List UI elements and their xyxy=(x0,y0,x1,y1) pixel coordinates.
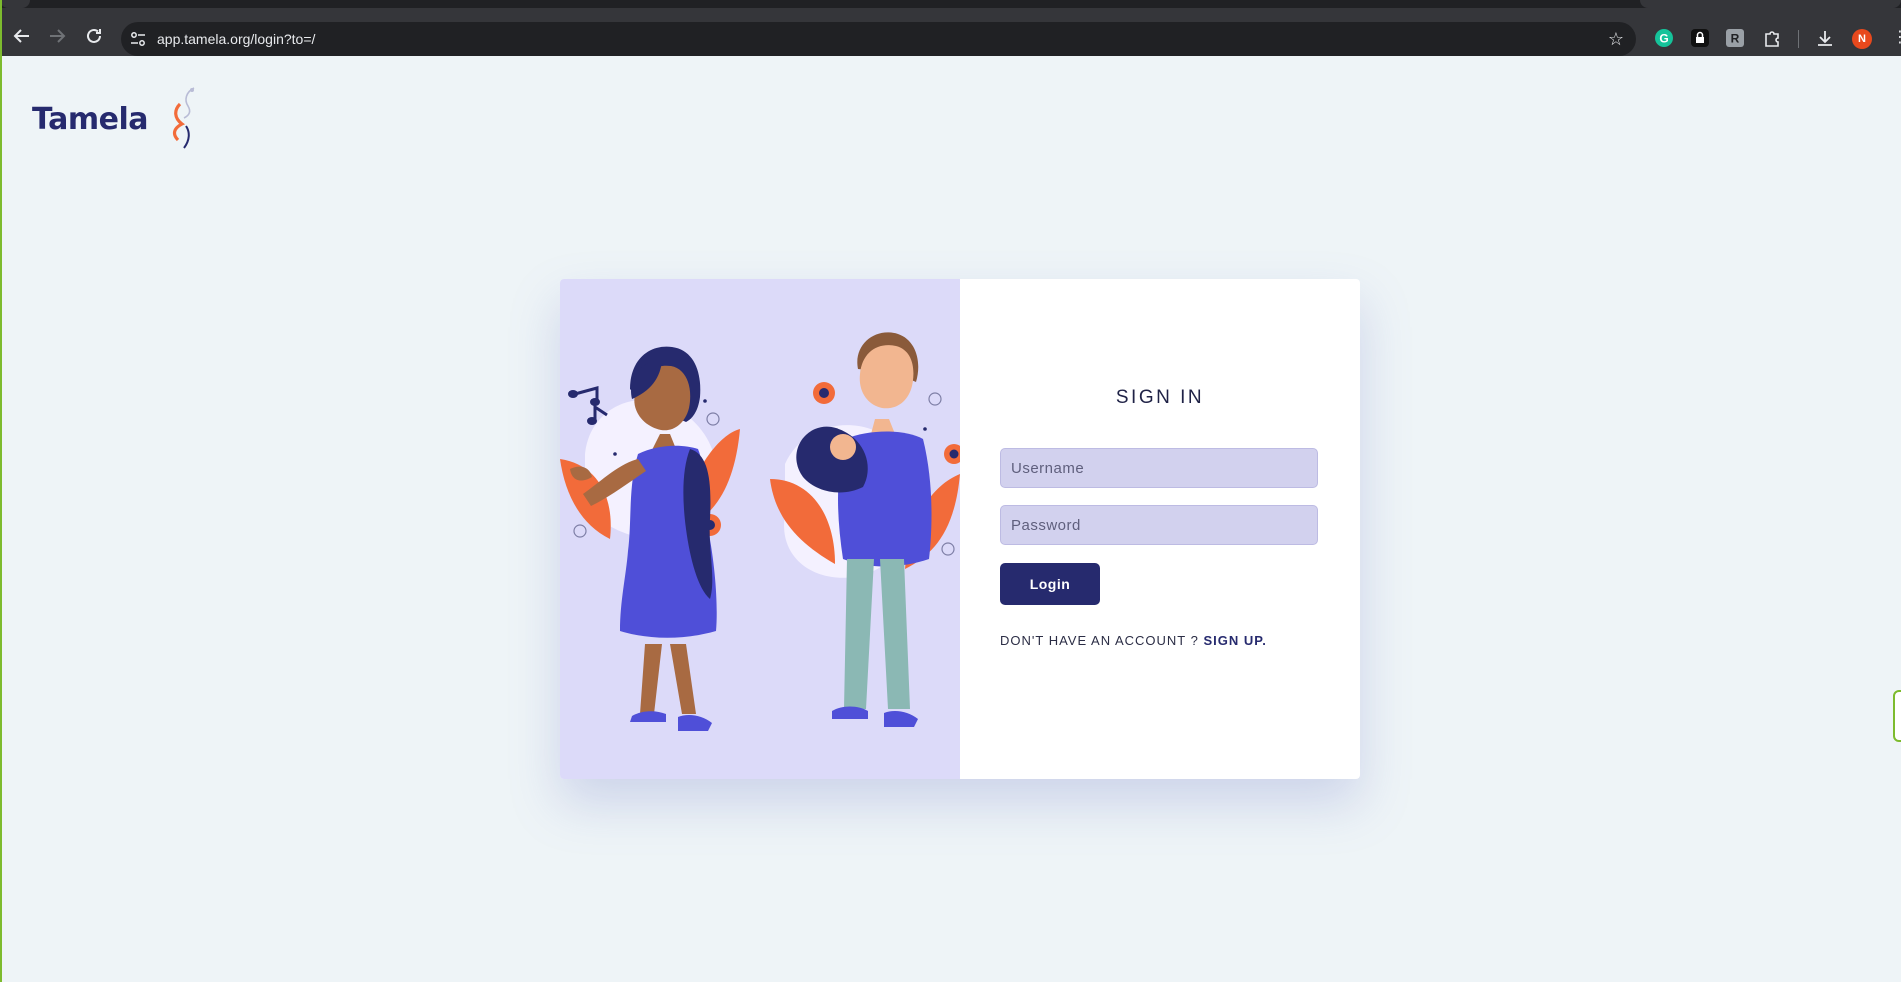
svg-text:R: R xyxy=(1731,32,1740,46)
puzzle-icon[interactable] xyxy=(1762,28,1782,48)
back-icon[interactable] xyxy=(10,24,34,48)
browser-toolbar: app.tamela.org/login?to=/ ☆ G R N ⋮ xyxy=(0,8,1901,56)
signup-prompt: DON'T HAVE AN ACCOUNT ? SIGN UP. xyxy=(1000,633,1267,648)
no-account-text: DON'T HAVE AN ACCOUNT ? xyxy=(1000,633,1199,648)
address-bar[interactable]: app.tamela.org/login?to=/ ☆ xyxy=(121,22,1636,56)
site-info-icon[interactable] xyxy=(129,30,147,48)
side-widget-tab[interactable] xyxy=(1893,690,1901,742)
forward-icon[interactable] xyxy=(45,24,69,48)
svg-text:G: G xyxy=(1659,32,1668,46)
grammarly-icon[interactable]: G xyxy=(1654,28,1674,48)
toolbar-separator xyxy=(1798,30,1799,48)
username-input[interactable] xyxy=(1000,448,1318,488)
profile-avatar[interactable]: N xyxy=(1852,29,1872,49)
login-form: SIGN IN Login DON'T HAVE AN ACCOUNT ? SI… xyxy=(960,279,1360,779)
page-title: SIGN IN xyxy=(1115,387,1205,408)
download-icon[interactable] xyxy=(1815,28,1835,48)
bookmark-star-icon[interactable]: ☆ xyxy=(1608,22,1624,56)
signup-link[interactable]: SIGN UP. xyxy=(1203,633,1266,648)
reload-icon[interactable] xyxy=(82,24,106,48)
tab[interactable] xyxy=(0,0,30,8)
login-button[interactable]: Login xyxy=(1000,563,1100,605)
r-extension-icon[interactable]: R xyxy=(1725,28,1745,48)
tab[interactable] xyxy=(1640,0,1901,8)
logo-mark-icon xyxy=(172,87,195,149)
illustration-panel xyxy=(560,279,964,779)
tamela-logo[interactable]: Tamela xyxy=(32,86,202,152)
window-edge xyxy=(0,0,2,982)
logo-wordmark: Tamela xyxy=(32,102,148,137)
url-text[interactable]: app.tamela.org/login?to=/ xyxy=(157,22,315,56)
browser-menu-icon[interactable]: ⋮ xyxy=(1892,28,1901,48)
mothers-illustration xyxy=(560,332,964,731)
lock-extension-icon[interactable] xyxy=(1690,28,1710,48)
login-card: SIGN IN Login DON'T HAVE AN ACCOUNT ? SI… xyxy=(560,279,1360,779)
password-input[interactable] xyxy=(1000,505,1318,545)
